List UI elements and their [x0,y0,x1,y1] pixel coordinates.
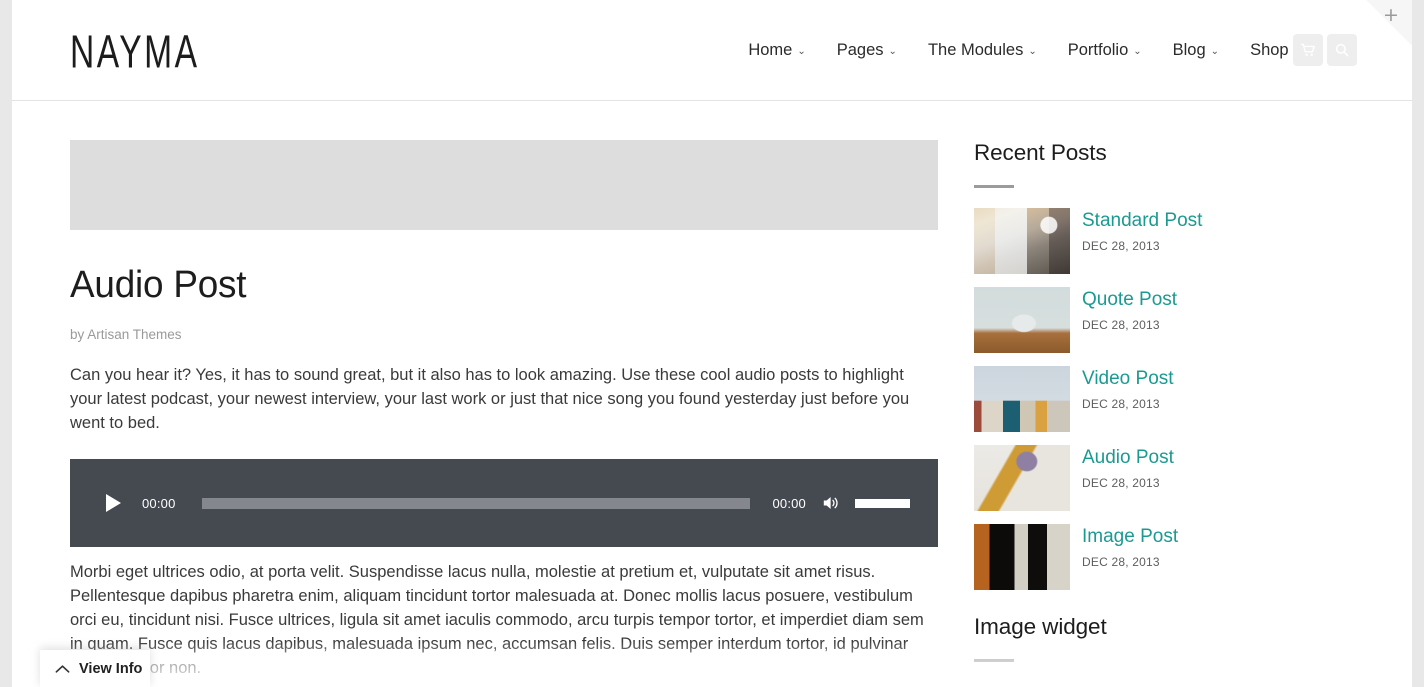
audio-player[interactable]: 00:00 00:00 [70,459,938,547]
post-author-meta: by Artisan Themes [70,327,182,342]
recent-posts-widget: Recent Posts Standard Post DEC 28, 2013 [974,140,1392,590]
post-paragraph-2: Morbi eget ultrices odio, at porta velit… [70,563,924,677]
recent-post-text: Quote Post DEC 28, 2013 [1070,287,1177,332]
browser-viewport: NAYMA Home ⌄ Pages ⌄ The Modules ⌄ Portf… [0,0,1424,687]
recent-post-text: Video Post DEC 28, 2013 [1070,366,1174,411]
nav-item-label: Portfolio [1067,41,1129,59]
scrollbar[interactable] [1412,0,1424,687]
nav-item-home[interactable]: Home ⌄ [748,41,805,60]
recent-posts-list: Standard Post DEC 28, 2013 Quote Post DE… [974,208,1392,590]
list-item[interactable]: Video Post DEC 28, 2013 [974,366,1392,432]
recent-post-date: DEC 28, 2013 [1082,318,1160,332]
volume-slider[interactable] [855,498,910,508]
view-info-label: View Info [79,660,143,677]
cart-button[interactable] [1293,34,1323,66]
image-widget: Image widget [974,614,1392,662]
nav-item-label: Pages [836,41,884,59]
chevron-down-icon: ⌄ [1028,45,1037,57]
recent-post-title[interactable]: Standard Post [1082,210,1202,232]
sidebar: Recent Posts Standard Post DEC 28, 2013 [952,101,1392,687]
list-item[interactable]: Image Post DEC 28, 2013 [974,524,1392,590]
play-icon [105,494,121,512]
chevron-down-icon: ⌄ [797,45,806,57]
page-container: NAYMA Home ⌄ Pages ⌄ The Modules ⌄ Portf… [12,0,1412,687]
image-widget-title: Image widget [974,614,1107,639]
featured-image-placeholder [70,140,938,230]
audio-current-time: 00:00 [142,495,176,511]
recent-post-date: DEC 28, 2013 [1082,476,1160,490]
chevron-up-icon [55,664,70,673]
nav-item-blog[interactable]: Blog ⌄ [1173,41,1219,60]
header-actions [1293,34,1357,66]
widget-divider [974,185,1014,188]
nav-item-label: Blog [1172,41,1206,59]
nav-item-label: Shop [1250,41,1289,59]
audio-total-time: 00:00 [772,495,806,511]
view-info-bar[interactable]: View Info [40,650,150,687]
recent-post-date: DEC 28, 2013 [1082,397,1160,411]
nav-item-portfolio[interactable]: Portfolio ⌄ [1068,41,1142,60]
chevron-down-icon: ⌄ [1210,45,1220,57]
cart-icon [1300,43,1315,56]
list-item[interactable]: Audio Post DEC 28, 2013 [974,445,1392,511]
recent-post-title[interactable]: Video Post [1082,368,1174,390]
search-button[interactable] [1327,34,1357,66]
post-paragraph-1: Can you hear it? Yes, it has to sound gr… [70,366,910,432]
recent-post-date: DEC 28, 2013 [1082,555,1160,569]
widget-divider [974,659,1014,662]
post-thumbnail[interactable] [974,208,1070,274]
list-item[interactable]: Quote Post DEC 28, 2013 [974,287,1392,353]
play-button[interactable] [101,490,125,516]
recent-post-title[interactable]: Audio Post [1082,447,1174,469]
chevron-down-icon: ⌄ [888,45,897,57]
recent-posts-title: Recent Posts [974,140,1107,165]
nav-item-label: The Modules [927,41,1024,59]
audio-progress-slider[interactable] [201,497,751,509]
post-thumbnail[interactable] [974,366,1070,432]
nav-item-label: Home [748,41,793,59]
site-logo[interactable]: NAYMA [70,27,200,79]
post-thumbnail[interactable] [974,524,1070,590]
recent-post-text: Standard Post DEC 28, 2013 [1070,208,1202,253]
nav-item-pages[interactable]: Pages ⌄ [837,41,897,60]
list-item[interactable]: Standard Post DEC 28, 2013 [974,208,1392,274]
chevron-down-icon: ⌄ [1133,45,1142,57]
nav-item-the-modules[interactable]: The Modules ⌄ [928,41,1037,60]
recent-post-text: Image Post DEC 28, 2013 [1070,524,1178,569]
recent-post-date: DEC 28, 2013 [1082,239,1160,253]
speaker-icon [823,497,838,509]
recent-post-text: Audio Post DEC 28, 2013 [1070,445,1174,490]
mute-button[interactable] [820,492,842,514]
main-navigation: Home ⌄ Pages ⌄ The Modules ⌄ Portfolio ⌄… [748,0,1302,101]
search-icon [1335,43,1349,57]
post-thumbnail[interactable] [974,445,1070,511]
plus-icon[interactable]: + [1382,6,1400,25]
post-thumbnail[interactable] [974,287,1070,353]
page-title: Audio Post [70,264,247,306]
site-header: NAYMA Home ⌄ Pages ⌄ The Modules ⌄ Portf… [12,0,1412,101]
recent-post-title[interactable]: Image Post [1082,526,1178,548]
recent-post-title[interactable]: Quote Post [1082,289,1177,311]
content-wrapper: Audio Post by Artisan Themes Can you hea… [12,101,1412,687]
main-column: Audio Post by Artisan Themes Can you hea… [12,101,952,687]
